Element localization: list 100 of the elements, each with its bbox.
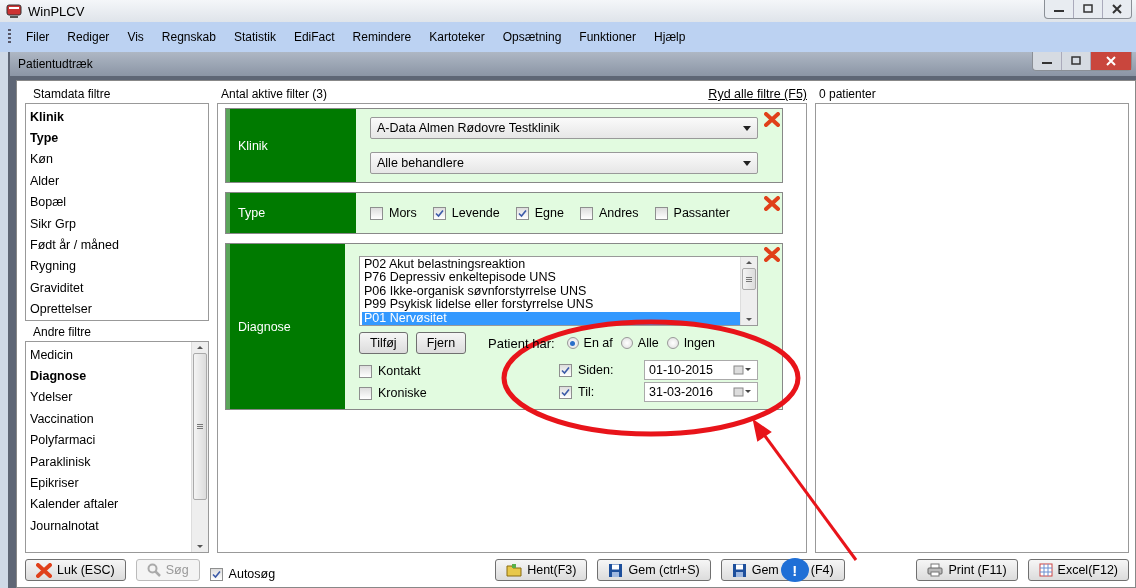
search-icon	[146, 563, 161, 577]
save-button[interactable]: Gem (ctrl+S)	[597, 559, 711, 581]
list-item[interactable]: Ydelser	[30, 386, 191, 409]
menu-item[interactable]: EdiFact	[284, 30, 344, 44]
excel-button[interactable]: Excel(F12)	[1027, 559, 1129, 581]
section-heading: Stamdata filtre	[33, 87, 111, 101]
list-item[interactable]: Graviditet	[30, 277, 208, 299]
date-field[interactable]: 01-10-2015	[644, 360, 758, 380]
list-item[interactable]: P06 Ikke-organisk søvnforstyrrelse UNS	[362, 284, 740, 299]
menu-item[interactable]: Statistik	[224, 30, 285, 44]
checkbox[interactable]	[359, 386, 372, 400]
filter-label: Klinik	[226, 109, 356, 182]
close-icon	[764, 112, 780, 127]
close-icon	[36, 562, 52, 578]
checkbox-label: Mors	[389, 206, 417, 220]
radio-button[interactable]	[620, 337, 633, 349]
list-item[interactable]: Paraklinisk	[30, 450, 191, 473]
dialog-title: Patientudtræk	[18, 57, 93, 71]
clinic-dropdown[interactable]: A-Data Almen Rødovre Testklinik	[370, 117, 758, 139]
list-item[interactable]: Alder	[30, 170, 208, 192]
list-item[interactable]: Epikriser	[30, 472, 191, 494]
menu-item[interactable]: Funktioner	[570, 30, 646, 44]
close-icon	[764, 247, 780, 262]
checkbox[interactable]	[559, 363, 572, 377]
maximize-icon	[1070, 56, 1082, 66]
action-button[interactable]: Fjern	[415, 332, 467, 354]
close-button[interactable]: Luk (ESC)	[25, 559, 126, 581]
list-item[interactable]: Kalender aftaler	[30, 493, 191, 516]
folder-icon	[506, 563, 523, 577]
printer-icon	[927, 563, 944, 577]
list-item[interactable]: Diagnose	[30, 365, 191, 387]
menu-item[interactable]: Regnskab	[152, 30, 225, 44]
list-item[interactable]: Køn	[30, 148, 208, 171]
list-item[interactable]: Rygning	[30, 255, 208, 278]
scrollbar[interactable]	[191, 341, 208, 552]
list-item[interactable]: Type	[30, 127, 208, 149]
radio-label: Ingen	[683, 336, 715, 350]
checkbox[interactable]	[359, 364, 372, 378]
list-item[interactable]: Vaccination	[30, 408, 191, 430]
menu-item[interactable]: Hjælp	[645, 30, 695, 44]
window-controls[interactable]	[1032, 52, 1132, 71]
list-item[interactable]: Oprettelser	[30, 298, 208, 320]
checkbox[interactable]	[515, 206, 529, 220]
monitor-icon	[6, 3, 22, 19]
checkbox[interactable]	[370, 206, 383, 220]
checkbox[interactable]	[654, 206, 668, 220]
menu-item[interactable]: Opsætning	[493, 30, 571, 44]
scrollbar[interactable]	[740, 257, 757, 325]
checkbox-label: Autosøg	[228, 567, 276, 581]
menu-item[interactable]: Filer	[17, 30, 59, 44]
menu-item[interactable]: Vis	[118, 30, 153, 44]
checkbox[interactable]	[432, 206, 446, 220]
list-item[interactable]: Medicin	[30, 343, 191, 366]
clear-filters-link[interactable]: Ryd alle filtre (F5)	[708, 87, 807, 101]
calendar-icon[interactable]	[733, 387, 753, 397]
maximize-icon	[1082, 4, 1094, 14]
section-heading: Andre filtre	[33, 324, 92, 339]
checkbox[interactable]	[559, 385, 572, 399]
list-item[interactable]: Polyfarmaci	[30, 429, 191, 451]
checkbox-label: Levende	[451, 206, 500, 220]
menu-item[interactable]: Rediger	[58, 30, 119, 44]
provider-dropdown[interactable]: Alle behandlere	[370, 152, 758, 174]
radio-label: En af	[583, 336, 613, 350]
close-icon	[1111, 4, 1123, 14]
filter-label: Diagnose	[226, 244, 345, 409]
menu-item[interactable]: Kartoteker	[420, 30, 494, 44]
active-filter-count: Antal aktive filter (3)	[221, 87, 328, 101]
checkbox-label: Kontakt	[378, 364, 421, 378]
close-icon	[764, 196, 780, 211]
list-item[interactable]: Bopæl	[30, 191, 208, 213]
checkbox-label: Til:	[578, 385, 596, 399]
menu-item[interactable]: Remindere	[343, 30, 421, 44]
load-button[interactable]: Hent(F3)	[495, 559, 588, 581]
list-item[interactable]: P99 Psykisk lidelse eller forstyrrelse UNS	[362, 298, 740, 312]
list-item[interactable]: P02 Akut belastningsreaktion	[362, 258, 740, 272]
checkbox-label: Passanter	[673, 206, 730, 220]
radio-button[interactable]	[566, 337, 579, 349]
calendar-icon[interactable]	[733, 365, 753, 375]
filter-label: Type	[226, 193, 356, 233]
save-button[interactable]: Gem ! (F4)	[720, 559, 845, 581]
checkbox[interactable]	[579, 206, 593, 220]
checkbox-label: Egne	[534, 206, 564, 220]
list-item[interactable]: Født år / måned	[30, 234, 208, 256]
radio-button[interactable]	[666, 337, 679, 349]
list-item[interactable]: P76 Depressiv enkeltepisode UNS	[362, 271, 740, 285]
patient-count: 0 patienter	[819, 87, 876, 101]
print-button[interactable]: Print (F11)	[916, 559, 1018, 581]
checkbox-label: Andres	[598, 206, 639, 220]
list-item[interactable]: Journalnotat	[30, 515, 191, 537]
checkbox[interactable]	[209, 567, 223, 581]
action-button[interactable]: Tilføj	[359, 332, 408, 354]
date-field[interactable]: 31-03-2016	[644, 382, 758, 402]
radio-label: Alle	[637, 336, 659, 350]
list-item[interactable]: Sikr Grp	[30, 212, 208, 235]
checkbox-label: Siden:	[578, 363, 615, 377]
close-icon	[1105, 56, 1117, 66]
list-item[interactable]: Klinik	[30, 106, 208, 128]
window-title: WinPLCV	[28, 3, 85, 19]
window-controls[interactable]	[1044, 0, 1132, 19]
spreadsheet-icon	[1038, 563, 1053, 577]
